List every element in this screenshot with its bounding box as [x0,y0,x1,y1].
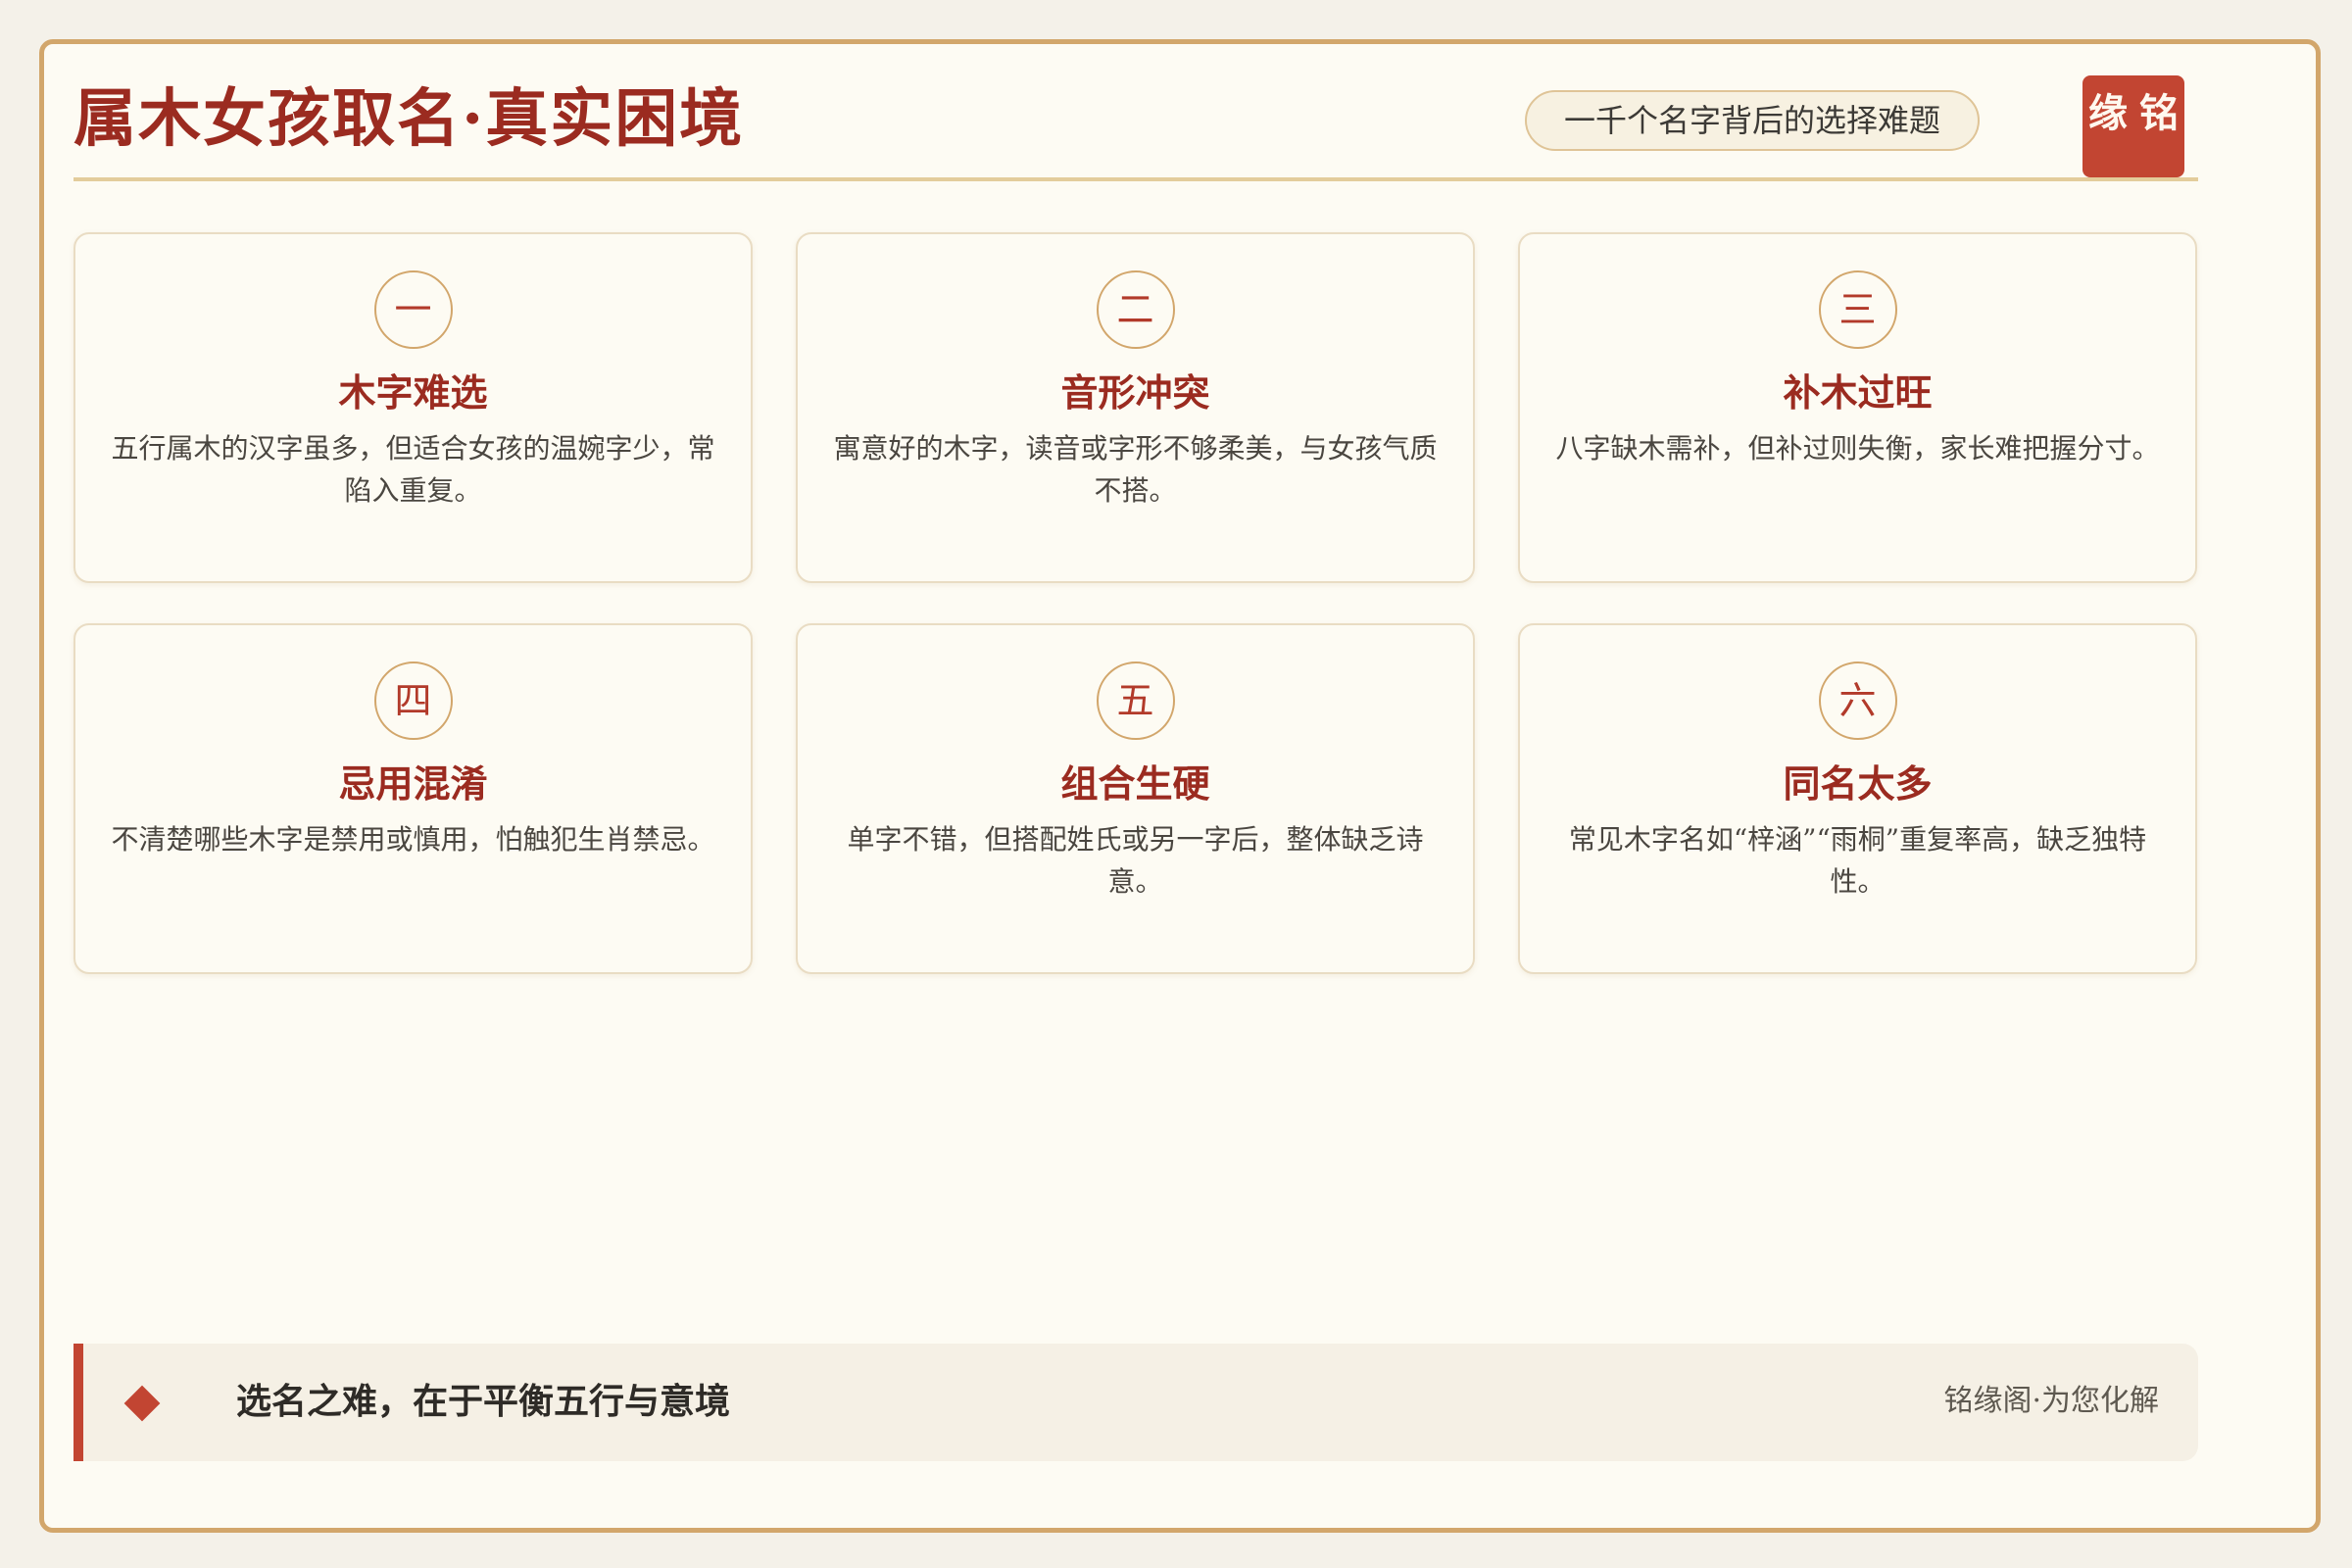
card-description: 寓意好的木字，读音或字形不够柔美，与女孩气质不搭。 [833,432,1438,507]
dilemma-card: 四 忌用混淆 不清楚哪些木字是禁用或慎用，怕触犯生肖禁忌。 [74,623,753,974]
card-title: 音形冲突 [1060,370,1210,415]
dilemma-card: 五 组合生硬 单字不错，但搭配姓氏或另一字后，整体缺乏诗意。 [796,623,1475,974]
card-description: 常见木字名如“梓涵”“雨桐”重复率高，缺乏独特性。 [1568,823,2147,898]
footer-slogan: 选名之难，在于平衡五行与意境 [236,1381,731,1422]
seal-char: 缘 [2088,90,2128,136]
card-number-badge: 四 [373,662,453,740]
dilemma-card: 一 木字难选 五行属木的汉字虽多，但适合女孩的温婉字少，常陷入重复。 [74,232,753,583]
dilemma-card: 六 同名太多 常见木字名如“梓涵”“雨桐”重复率高，缺乏独特性。 [1518,623,2197,974]
dilemma-card: 三 补木过旺 八字缺木需补，但补过则失衡，家长难把握分寸。 [1518,232,2197,583]
card-number-badge: 二 [1096,270,1175,349]
brand-seal: 缘 铭 [2082,75,2184,177]
dilemma-card-grid: 一 木字难选 五行属木的汉字虽多，但适合女孩的温婉字少，常陷入重复。 二 音形冲… [74,232,2198,974]
header-divider [74,177,2198,181]
footer-banner: 选名之难，在于平衡五行与意境 铭缘阁·为您化解 [74,1344,2198,1461]
card-number-badge: 一 [373,270,453,349]
card-description: 单字不错，但搭配姓氏或另一字后，整体缺乏诗意。 [847,823,1424,898]
card-description: 五行属木的汉字虽多，但适合女孩的温婉字少，常陷入重复。 [111,432,715,507]
page-title: 属木女孩取名·真实困境 [74,82,745,156]
card-description: 不清楚哪些木字是禁用或慎用，怕触犯生肖禁忌。 [111,823,715,856]
card-title: 忌用混淆 [338,761,488,806]
card-title: 补木过旺 [1783,370,1933,415]
subtitle-badge: 一千个名字背后的选择难题 [1525,90,1980,151]
card-title: 组合生硬 [1060,761,1210,806]
card-title: 同名太多 [1783,761,1933,806]
card-number-badge: 三 [1818,270,1897,349]
card-number-badge: 五 [1096,662,1175,740]
footer-brand: 铭缘阁·为您化解 [1943,1384,2159,1418]
card-description: 八字缺木需补，但补过则失衡，家长难把握分寸。 [1555,432,2160,465]
diamond-icon [123,1385,161,1422]
seal-char: 铭 [2139,90,2179,136]
dilemma-card: 二 音形冲突 寓意好的木字，读音或字形不够柔美，与女孩气质不搭。 [796,232,1475,583]
card-title: 木字难选 [338,370,488,415]
card-number-badge: 六 [1818,662,1897,740]
